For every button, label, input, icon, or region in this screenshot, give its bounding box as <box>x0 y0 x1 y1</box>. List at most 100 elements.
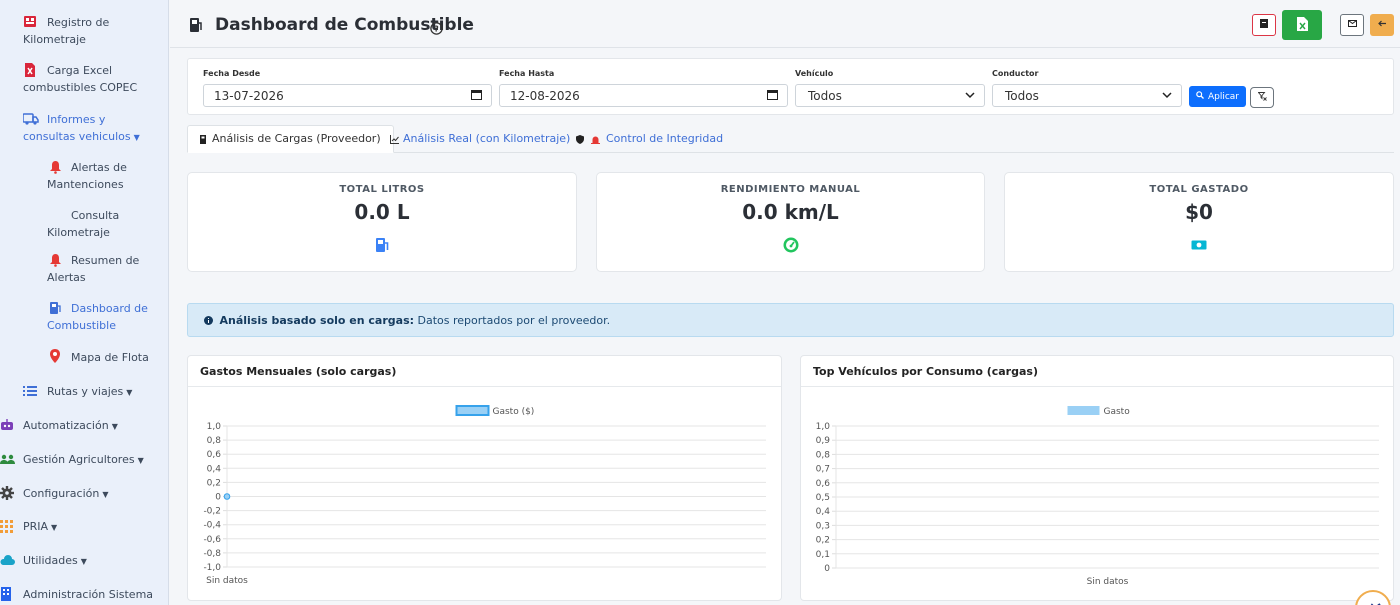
y-tick-label: 0,2 <box>207 478 221 488</box>
sidebar-item-text: Gestión Agricultores <box>23 453 135 466</box>
gas-pump-icon <box>374 237 390 253</box>
y-tick-label: 0,7 <box>816 465 830 475</box>
y-tick-label: 0,1 <box>816 550 830 560</box>
chart-title: Top Vehículos por Consumo (cargas) <box>801 356 1393 387</box>
help-circle-icon[interactable]: ? <box>430 20 443 39</box>
sidebar-item-label: Consulta Kilometraje <box>47 209 120 239</box>
sidebar-item-text: PRIA <box>23 520 49 533</box>
export-excel-button[interactable] <box>1282 10 1322 40</box>
stat-value: 0.0 L <box>354 200 410 224</box>
sidebar-item-consulta-kilometraje[interactable]: Consulta Kilometraje <box>47 207 157 241</box>
date-from-value: 13-07-2026 <box>214 89 284 103</box>
chart-title: Gastos Mensuales (solo cargas) <box>188 356 781 387</box>
clear-filter-button[interactable] <box>1250 87 1274 108</box>
driver-label: Conductor <box>992 69 1039 78</box>
sidebar-item-pria[interactable]: PRIA ▼ <box>0 518 165 536</box>
main-content: Dashboard de Combustible ? Fecha Desde 1… <box>170 0 1400 605</box>
driver-value: Todos <box>1005 89 1039 103</box>
sidebar: Registro de Kilometraje Carga Excel comb… <box>0 0 169 605</box>
y-tick-label: 0,3 <box>816 521 830 531</box>
users-icon <box>0 452 15 466</box>
tab-label: Control de Integridad <box>606 132 724 145</box>
sidebar-item-label: Utilidades ▼ <box>0 552 165 570</box>
tab-label: Análisis de Cargas (Proveedor) <box>212 132 381 145</box>
page-header: Dashboard de Combustible ? <box>170 0 1400 48</box>
info-circle-icon <box>204 315 213 328</box>
tab-label: Análisis Real (con Kilometraje) <box>403 132 571 145</box>
info-bold-text: Análisis basado solo en cargas: <box>219 314 415 327</box>
caret-down-icon: ▼ <box>51 523 58 532</box>
calendar-icon[interactable] <box>767 89 778 103</box>
truck-icon <box>22 112 39 126</box>
search-icon <box>1196 91 1204 102</box>
apply-label: Aplicar <box>1207 91 1240 102</box>
money-bill-icon <box>1191 237 1207 253</box>
sidebar-item-label: Gestión Agricultores ▼ <box>0 451 165 469</box>
y-tick-label: 0,8 <box>816 450 831 460</box>
info-text: Datos reportados por el proveedor. <box>417 314 611 327</box>
sidebar-item-gestion-agricultores[interactable]: Gestión Agricultores ▼ <box>0 451 165 469</box>
sidebar-item-rutas-viajes[interactable]: Rutas y viajes ▼ <box>23 383 163 401</box>
sidebar-item-informes-vehiculos[interactable]: Informes y consultas vehiculos ▼ <box>22 111 158 146</box>
apply-button[interactable]: Aplicar <box>1189 86 1246 107</box>
calendar-icon[interactable] <box>471 89 482 103</box>
tab-control-integridad[interactable]: Control de Integridad <box>576 125 723 153</box>
gas-pump-icon <box>189 17 203 37</box>
sidebar-item-configuracion[interactable]: Configuración ▼ <box>0 485 165 503</box>
sidebar-item-utilidades[interactable]: Utilidades ▼ <box>0 552 165 570</box>
cloud-icon <box>0 553 15 567</box>
chart-card-gastos-mensuales: Gastos Mensuales (solo cargas) Gasto ($)… <box>187 355 782 601</box>
sidebar-item-dashboard-combustible[interactable]: Dashboard de Combustible <box>47 300 157 334</box>
filter-clear-icon <box>1257 91 1267 104</box>
sidebar-item-alertas-mantenciones[interactable]: Alertas de Mantenciones <box>47 159 157 193</box>
robot-icon <box>0 418 14 432</box>
vehicle-value: Todos <box>808 89 842 103</box>
sidebar-item-label: Resumen de Alertas <box>47 254 140 284</box>
sidebar-item-label: Administración Sistema <box>23 588 154 601</box>
driver-select[interactable]: Todos <box>992 84 1182 107</box>
list-icon <box>23 384 37 398</box>
app-root: Registro de Kilometraje Carga Excel comb… <box>0 0 1400 605</box>
x-tick-label: Sin datos <box>206 576 248 586</box>
date-to-value: 12-08-2026 <box>510 89 580 103</box>
caret-down-icon: ▼ <box>102 490 109 499</box>
date-from-field[interactable]: 13-07-2026 <box>203 84 492 107</box>
chevron-down-icon <box>1162 89 1172 102</box>
alarm-icon <box>591 132 600 153</box>
caret-down-icon: ▼ <box>133 133 140 142</box>
legend-label: Gasto <box>1104 407 1131 417</box>
y-tick-label: 1,0 <box>207 422 222 432</box>
grid-icon <box>0 519 14 533</box>
sidebar-item-text: Rutas y viajes <box>47 385 124 398</box>
sidebar-item-administracion-sistema[interactable]: Administración Sistema <box>0 586 165 603</box>
gas-pump-icon <box>200 132 208 152</box>
vehicle-select[interactable]: Todos <box>795 84 985 107</box>
tab-analisis-real[interactable]: Análisis Real (con Kilometraje) <box>390 125 570 153</box>
gear-icon <box>0 486 14 500</box>
y-tick-label: -0,6 <box>203 535 221 545</box>
back-button[interactable] <box>1370 14 1394 36</box>
sidebar-item-carga-excel[interactable]: Carga Excel combustibles COPEC <box>23 62 153 96</box>
vehicle-label: Vehículo <box>795 69 834 78</box>
chart-gastos-mensuales: Gasto ($) 1,0 0,8 0,6 0,4 0,2 0 -0,2 -0,4 -0,6 -0,… <box>203 405 766 586</box>
pdf-button[interactable] <box>1252 14 1276 36</box>
sidebar-item-label: Informes y consultas vehiculos ▼ <box>23 111 158 146</box>
y-tick-label: 0,8 <box>207 436 222 446</box>
tab-analisis-cargas[interactable]: Análisis de Cargas (Proveedor) <box>187 125 394 153</box>
date-to-field[interactable]: 12-08-2026 <box>499 84 788 107</box>
sidebar-item-automatizacion[interactable]: Automatización ▼ <box>0 417 165 435</box>
caret-down-icon: ▼ <box>80 557 87 566</box>
sidebar-item-label: Mapa de Flota <box>71 351 149 364</box>
sidebar-item-mapa-flota[interactable]: Mapa de Flota <box>47 349 157 366</box>
y-tick-label: 1,0 <box>816 422 831 432</box>
email-button[interactable] <box>1340 14 1364 36</box>
sidebar-item-resumen-alertas[interactable]: Resumen de Alertas <box>47 252 157 286</box>
stat-card-total-gastado: TOTAL GASTADO $0 <box>1004 172 1394 272</box>
clipboard-icon <box>23 15 37 29</box>
stat-label: TOTAL GASTADO <box>1149 184 1249 195</box>
file-excel-icon <box>23 63 37 77</box>
sidebar-item-registro-kilometraje[interactable]: Registro de Kilometraje <box>23 14 153 48</box>
legend-label: Gasto ($) <box>493 407 535 417</box>
bell-icon <box>49 160 63 174</box>
sidebar-item-label: Dashboard de Combustible <box>47 302 148 332</box>
